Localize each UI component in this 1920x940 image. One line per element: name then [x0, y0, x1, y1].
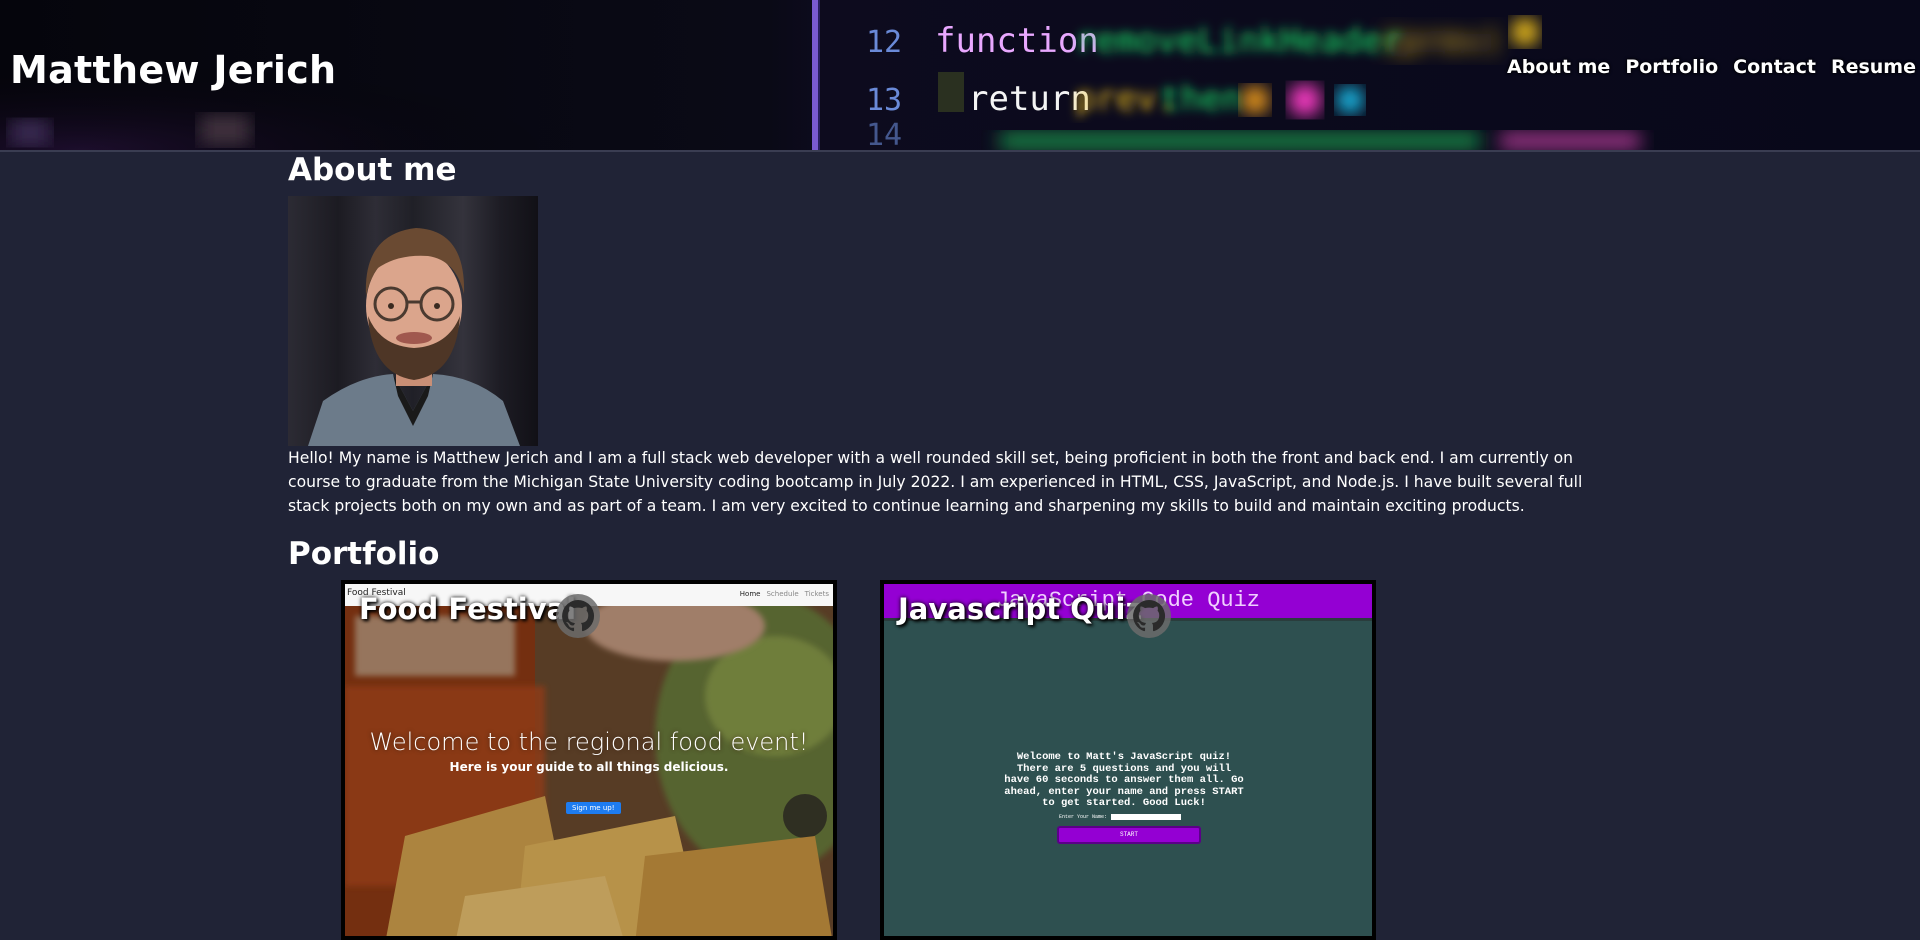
svg-text:then: then: [1160, 79, 1242, 119]
preview-link-schedule: Schedule: [766, 590, 799, 598]
preview-link-tickets: Tickets: [804, 590, 829, 598]
nav-contact[interactable]: Contact: [1733, 56, 1816, 78]
quiz-preview-intro: Welcome to Matt's JavaScript quiz! There…: [1004, 751, 1244, 809]
project-card-food-festival[interactable]: Food Festival Home Schedule Tickets Welc…: [341, 580, 837, 940]
quiz-preview-name-row: Enter Your Name:: [1059, 814, 1182, 820]
preview-subhead: Here is your guide to all things delicio…: [449, 760, 729, 774]
quiz-preview-name-label: Enter Your Name:: [1059, 814, 1108, 820]
preview-signup-button: Sign me up!: [566, 802, 621, 814]
github-icon[interactable]: [556, 594, 600, 638]
line-number: 13: [866, 83, 902, 118]
project-title[interactable]: Javascript Quiz: [898, 592, 1142, 626]
site-header: 12 13 14 function removeLinkHeader (prev…: [0, 0, 1920, 152]
bio-text: Hello! My name is Matthew Jerich and I a…: [288, 449, 1583, 515]
project-card-javascript-quiz[interactable]: JavaScript Code Quiz Welcome to Matt's J…: [880, 580, 1376, 940]
quiz-preview-start-button: START: [1057, 826, 1201, 844]
project-title[interactable]: Food Festival: [359, 592, 576, 626]
svg-text:14: 14: [866, 118, 902, 150]
main-nav: About me Portfolio Contact Resume: [1507, 56, 1916, 78]
preview-links: Home Schedule Tickets: [740, 590, 829, 598]
site-title: Matthew Jerich: [10, 48, 337, 92]
svg-text:(prev): (prev): [1380, 21, 1503, 61]
quiz-preview-name-field: [1111, 814, 1182, 820]
profile-photo: [288, 196, 538, 446]
nav-about-me[interactable]: About me: [1507, 56, 1610, 78]
github-icon[interactable]: [1127, 594, 1171, 638]
line-number: 12: [866, 25, 902, 60]
about-heading: About me: [288, 152, 457, 188]
preview-link-home: Home: [739, 590, 761, 598]
preview-headline: Welcome to the regional food event!: [369, 728, 809, 756]
nav-portfolio[interactable]: Portfolio: [1625, 56, 1718, 78]
portfolio-heading: Portfolio: [288, 536, 440, 572]
svg-text:return: return: [968, 79, 1091, 119]
svg-text:removeLinkHeader: removeLinkHeader: [1075, 21, 1403, 61]
nav-resume[interactable]: Resume: [1831, 56, 1916, 78]
